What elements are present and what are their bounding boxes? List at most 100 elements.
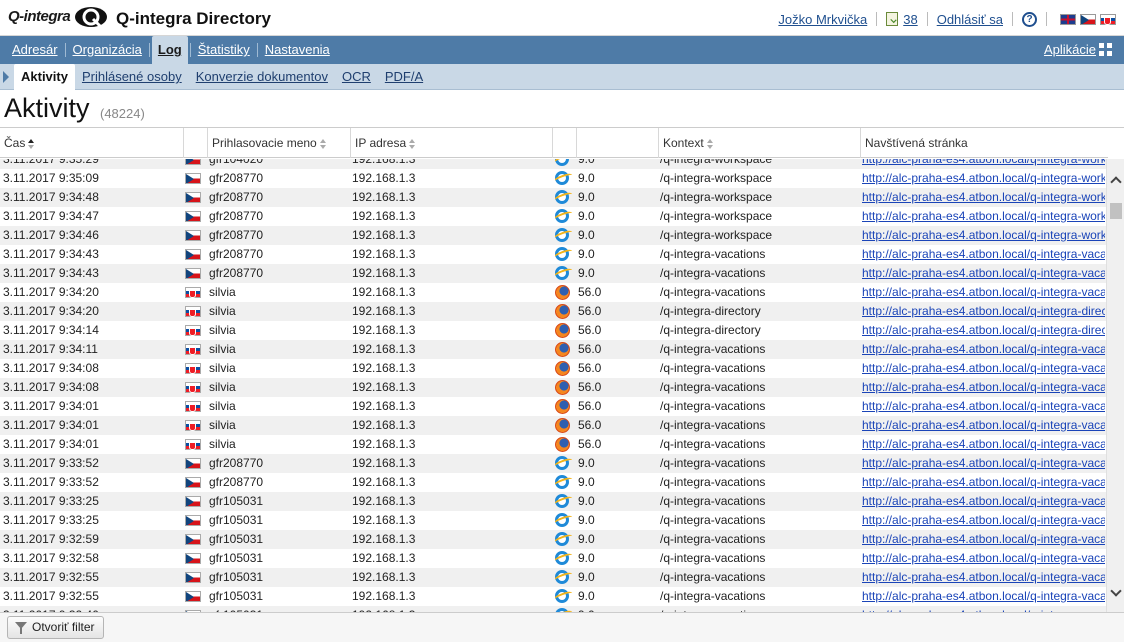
cell-visited-page-link[interactable]: http://alc-praha-es4.atbon.local/q-integ… — [862, 359, 1105, 378]
cell-time: 3.11.2017 9:33:52 — [3, 475, 99, 489]
cell-visited-page-link[interactable]: http://alc-praha-es4.atbon.local/q-integ… — [862, 321, 1105, 340]
open-filter-button[interactable]: Otvoriť filter — [7, 616, 104, 639]
cell-visited-page-link[interactable]: http://alc-praha-es4.atbon.local/q-integ… — [862, 397, 1105, 416]
cell-browser — [555, 247, 573, 262]
cell-visited-page-link[interactable]: http://alc-praha-es4.atbon.local/q-integ… — [862, 245, 1105, 264]
cell-visited-page-link[interactable]: http://alc-praha-es4.atbon.local/q-integ… — [862, 226, 1105, 245]
cell-visited-page-link[interactable]: http://alc-praha-es4.atbon.local/q-integ… — [862, 454, 1105, 473]
flag-cz-icon[interactable] — [1080, 13, 1096, 25]
cell-ip: 192.168.1.3 — [352, 342, 416, 356]
table-row[interactable]: 3.11.2017 9:34:14 silvia 192.168.1.3 56.0/q… — [0, 321, 1106, 340]
cell-context: /q-integra-directory — [660, 304, 761, 318]
help-icon[interactable]: ? — [1022, 11, 1037, 27]
cell-visited-page-link[interactable]: http://alc-praha-es4.atbon.local/q-integ… — [862, 169, 1105, 188]
cell-visited-page-link[interactable]: http://alc-praha-es4.atbon.local/q-integ… — [862, 207, 1105, 226]
logout-link[interactable]: Odhlásiť sa — [937, 12, 1003, 27]
cell-visited-page-link[interactable]: http://alc-praha-es4.atbon.local/q-integ… — [862, 568, 1105, 587]
table-row[interactable]: 3.11.2017 9:33:25 gfr105031 192.168.1.3 9.0… — [0, 492, 1106, 511]
table-row[interactable]: 3.11.2017 9:34:43 gfr208770 192.168.1.3 9.0… — [0, 245, 1106, 264]
flag-cz-icon — [185, 534, 201, 545]
apps-menu[interactable]: Aplikácie — [1044, 42, 1112, 57]
table-row[interactable]: 3.11.2017 9:34:11 silvia 192.168.1.3 56.0/q… — [0, 340, 1106, 359]
q-integra-logo[interactable]: Q-integra — [8, 6, 107, 30]
divider — [1046, 12, 1047, 26]
cell-visited-page-link[interactable]: http://alc-praha-es4.atbon.local/q-integ… — [862, 159, 1105, 169]
column-header-context[interactable]: Kontext — [658, 128, 860, 158]
cell-version: 56.0 — [578, 418, 602, 432]
column-header-page[interactable]: Navštívená stránka — [860, 128, 1108, 158]
cell-visited-page-link[interactable]: http://alc-praha-es4.atbon.local/q-integ… — [862, 302, 1105, 321]
table-row[interactable]: 3.11.2017 9:34:01 silvia 192.168.1.3 56.0/q… — [0, 397, 1106, 416]
scroll-down-icon[interactable] — [1109, 586, 1122, 600]
table-row[interactable]: 3.11.2017 9:32:55 gfr105031 192.168.1.3 9.0… — [0, 587, 1106, 606]
cell-visited-page-link[interactable]: http://alc-praha-es4.atbon.local/q-integ… — [862, 416, 1105, 435]
clipboard-check-icon[interactable] — [886, 12, 899, 26]
cell-flag — [185, 363, 203, 374]
cell-login: silvia — [209, 285, 236, 299]
table-row[interactable]: 3.11.2017 9:33:52 gfr208770 192.168.1.3 9.0… — [0, 454, 1106, 473]
cell-visited-page-link[interactable]: http://alc-praha-es4.atbon.local/q-integ… — [862, 549, 1105, 568]
cell-visited-page-link[interactable]: http://alc-praha-es4.atbon.local/q-integ… — [862, 492, 1105, 511]
scroll-up-icon[interactable] — [1109, 173, 1122, 187]
nav-item-organizacia[interactable]: Organizácia — [66, 36, 149, 64]
table-row[interactable]: 3.11.2017 9:34:46 gfr208770 192.168.1.3 9.0… — [0, 226, 1106, 245]
cell-visited-page-link[interactable]: http://alc-praha-es4.atbon.local/q-integ… — [862, 435, 1105, 454]
flag-gb-icon[interactable] — [1060, 13, 1076, 25]
table-row[interactable]: 3.11.2017 9:32:59 gfr105031 192.168.1.3 9.0… — [0, 530, 1106, 549]
user-name-link[interactable]: Jožko Mrkvička — [778, 12, 867, 27]
cell-visited-page-link[interactable]: http://alc-praha-es4.atbon.local/q-integ… — [862, 188, 1105, 207]
table-row[interactable]: 3.11.2017 9:32:58 gfr105031 192.168.1.3 9.0… — [0, 549, 1106, 568]
table-row[interactable]: 3.11.2017 9:34:20 silvia 192.168.1.3 56.0/q… — [0, 283, 1106, 302]
table-row[interactable]: 3.11.2017 9:34:08 silvia 192.168.1.3 56.0/q… — [0, 359, 1106, 378]
nav-item-adresar[interactable]: Adresár — [5, 36, 65, 64]
internet-explorer-icon — [555, 190, 569, 204]
cell-visited-page-link[interactable]: http://alc-praha-es4.atbon.local/q-integ… — [862, 606, 1105, 612]
table-row[interactable]: 3.11.2017 9:33:25 gfr105031 192.168.1.3 9.0… — [0, 511, 1106, 530]
cell-visited-page-link[interactable]: http://alc-praha-es4.atbon.local/q-integ… — [862, 264, 1105, 283]
tab-pdfa[interactable]: PDF/A — [378, 64, 430, 90]
cell-browser — [555, 209, 573, 224]
cell-flag — [185, 401, 203, 412]
table-row[interactable]: 3.11.2017 9:34:20 silvia 192.168.1.3 56.0/q… — [0, 302, 1106, 321]
cell-browser — [555, 304, 573, 319]
cell-browser — [555, 532, 573, 547]
table-row[interactable]: 3.11.2017 9:35:09 gfr208770 192.168.1.3 9.0… — [0, 169, 1106, 188]
tab-prihlasene-osoby[interactable]: Prihlásené osoby — [75, 64, 189, 90]
cell-visited-page-link[interactable]: http://alc-praha-es4.atbon.local/q-integ… — [862, 473, 1105, 492]
tasks-count-link[interactable]: 38 — [903, 12, 917, 27]
table-row[interactable]: 3.11.2017 9:35:29 gfr104020 192.168.1.3 9.0… — [0, 159, 1106, 169]
cell-time: 3.11.2017 9:32:59 — [3, 532, 99, 546]
tab-ocr[interactable]: OCR — [335, 64, 378, 90]
cell-visited-page-link[interactable]: http://alc-praha-es4.atbon.local/q-integ… — [862, 378, 1105, 397]
cell-visited-page-link[interactable]: http://alc-praha-es4.atbon.local/q-integ… — [862, 340, 1105, 359]
cell-login: gfr208770 — [209, 209, 264, 223]
table-row[interactable]: 3.11.2017 9:32:40 gfr105031192.168.1.3 9.0… — [0, 606, 1106, 612]
table-row[interactable]: 3.11.2017 9:34:08 silvia 192.168.1.3 56.0/q… — [0, 378, 1106, 397]
nav-item-log[interactable]: Log — [151, 36, 188, 64]
table-row[interactable]: 3.11.2017 9:34:01 silvia 192.168.1.3 56.0/q… — [0, 416, 1106, 435]
tab-aktivity[interactable]: Aktivity — [14, 64, 75, 90]
tab-konverzie-dokumentov[interactable]: Konverzie dokumentov — [189, 64, 335, 90]
cell-context: /q-integra-vacations — [660, 532, 766, 546]
table-row[interactable]: 3.11.2017 9:34:43 gfr208770 192.168.1.3 9.0… — [0, 264, 1106, 283]
table-row[interactable]: 3.11.2017 9:34:01 silvia 192.168.1.3 56.0/q… — [0, 435, 1106, 454]
flag-sk-icon[interactable] — [1100, 13, 1116, 25]
scrollbar-thumb[interactable] — [1110, 203, 1122, 219]
table-row[interactable]: 3.11.2017 9:34:47 gfr208770 192.168.1.3 9.0… — [0, 207, 1106, 226]
table-row[interactable]: 3.11.2017 9:33:52 gfr208770 192.168.1.3 9.0… — [0, 473, 1106, 492]
vertical-scrollbar[interactable] — [1106, 159, 1124, 612]
column-header-time[interactable]: Čas — [0, 128, 183, 158]
nav-item-statistiky[interactable]: Štatistiky — [191, 36, 257, 64]
cell-visited-page-link[interactable]: http://alc-praha-es4.atbon.local/q-integ… — [862, 587, 1105, 606]
cell-visited-page-link[interactable]: http://alc-praha-es4.atbon.local/q-integ… — [862, 530, 1105, 549]
cell-version: 56.0 — [578, 285, 602, 299]
nav-item-nastavenia[interactable]: Nastavenia — [258, 36, 337, 64]
column-header-login[interactable]: Prihlasovacie meno — [207, 128, 350, 158]
table-row[interactable]: 3.11.2017 9:34:48 gfr208770 192.168.1.3 9.0… — [0, 188, 1106, 207]
table-row[interactable]: 3.11.2017 9:32:55 gfr105031 192.168.1.3 9.0… — [0, 568, 1106, 587]
cell-visited-page-link[interactable]: http://alc-praha-es4.atbon.local/q-integ… — [862, 511, 1105, 530]
column-header-version — [576, 128, 658, 158]
cell-visited-page-link[interactable]: http://alc-praha-es4.atbon.local/q-integ… — [862, 283, 1105, 302]
open-filter-label: Otvoriť filter — [32, 620, 95, 634]
column-header-ip[interactable]: IP adresa — [350, 128, 552, 158]
